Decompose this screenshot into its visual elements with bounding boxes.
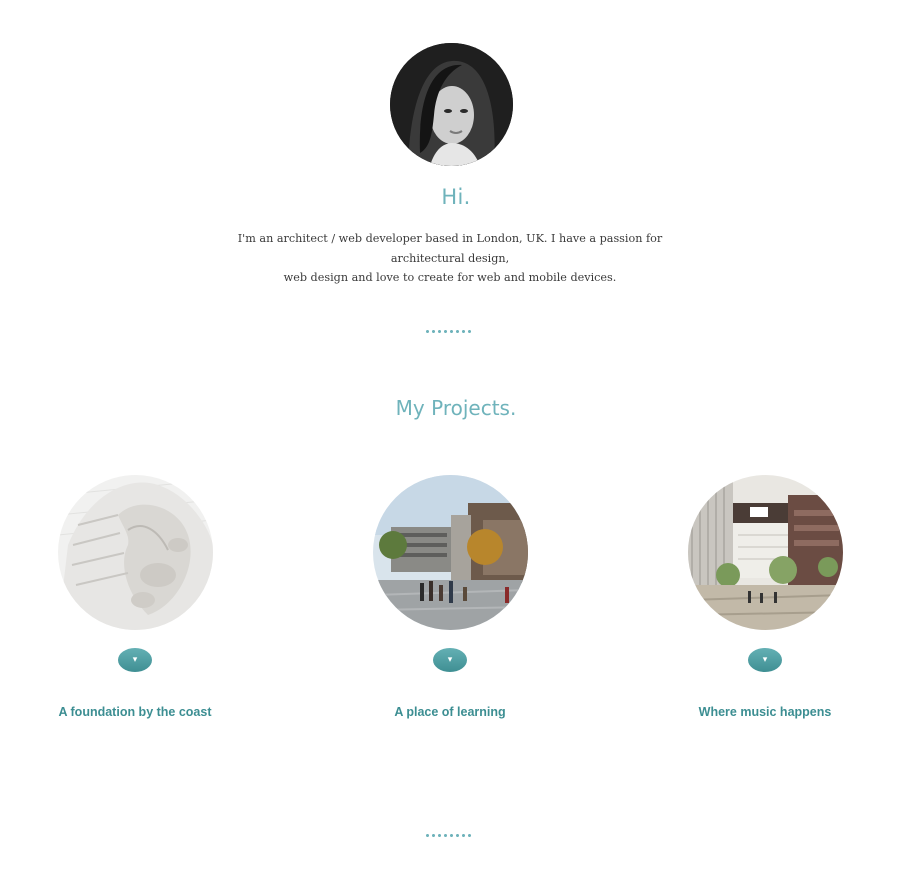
greeting-heading: Hi. [441,185,471,209]
projects-heading: My Projects. [395,396,517,420]
project-title-link[interactable]: Where music happens [645,705,885,719]
project-card: ▾ Where music happens [645,475,885,719]
project-title-link[interactable]: A place of learning [330,705,570,719]
dotted-divider [426,330,474,333]
intro-line-2: web design and love to create for web an… [283,271,617,284]
expand-toggle-button[interactable]: ▾ [433,648,467,672]
chevron-down-icon: ▾ [447,655,453,665]
chevron-down-icon: ▾ [132,655,138,665]
project-card: ▾ A place of learning [330,475,570,719]
profile-avatar [390,43,513,166]
chevron-down-icon: ▾ [762,655,768,665]
project-card: ▾ A foundation by the coast [15,475,255,719]
project-thumbnail[interactable] [57,475,213,630]
expand-toggle-button[interactable]: ▾ [118,648,152,672]
expand-toggle-button[interactable]: ▾ [748,648,782,672]
intro-line-1: I'm an architect / web developer based i… [237,232,663,265]
intro-text: I'm an architect / web developer based i… [206,229,694,288]
project-title-link[interactable]: A foundation by the coast [15,705,255,719]
project-thumbnail[interactable] [687,475,843,630]
dotted-divider [426,834,474,837]
project-thumbnail[interactable] [372,475,528,630]
